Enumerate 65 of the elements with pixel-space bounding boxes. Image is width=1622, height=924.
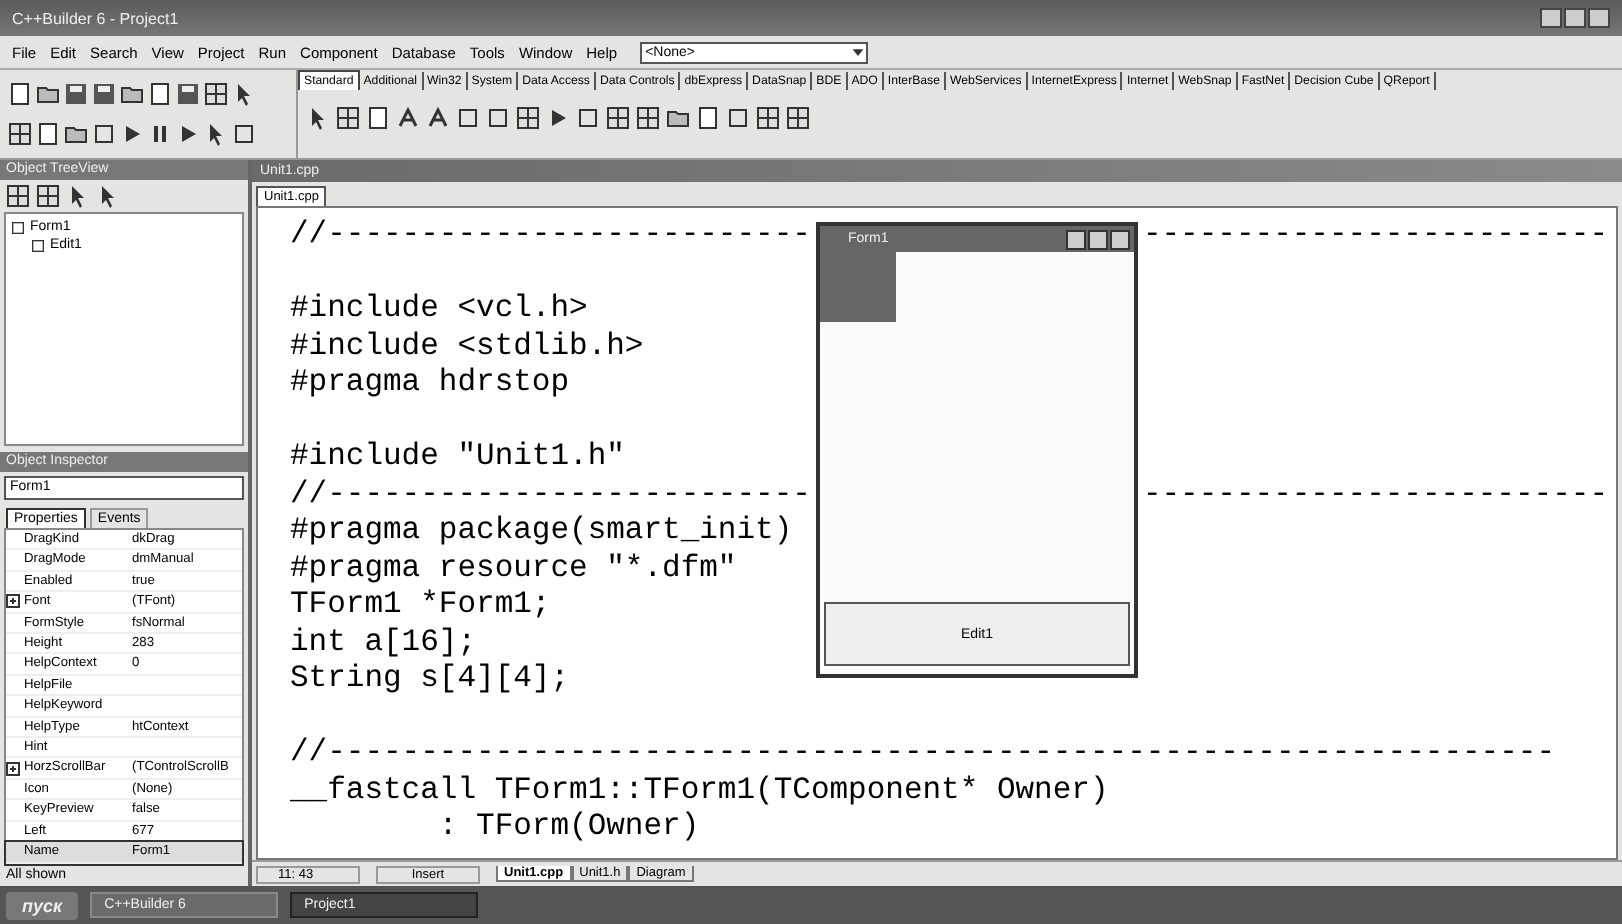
dropdown-arrow-icon[interactable] (849, 44, 866, 60)
code-line: ------------------------- (1142, 475, 1608, 512)
play-icon[interactable] (120, 122, 144, 146)
code-line: int a[16]; (290, 623, 477, 660)
square-icon[interactable] (456, 106, 480, 130)
folder-icon[interactable] (120, 82, 144, 106)
letter-icon[interactable] (396, 106, 420, 130)
letter-icon[interactable] (426, 106, 450, 130)
square-icon[interactable] (232, 122, 256, 146)
square-icon[interactable] (486, 106, 510, 130)
pointer-icon[interactable] (232, 82, 256, 106)
square-icon[interactable] (726, 106, 750, 130)
minimize-button[interactable] (1066, 229, 1086, 249)
play-icon[interactable] (176, 122, 200, 146)
code-line: //-------------------------- (290, 216, 811, 253)
close-button[interactable] (1110, 229, 1130, 249)
code-line: #pragma hdrstop (290, 364, 570, 401)
pointer-icon[interactable] (66, 184, 90, 208)
grid-icon[interactable] (6, 184, 30, 208)
folder-icon[interactable] (666, 106, 690, 130)
folder-icon[interactable] (36, 82, 60, 106)
maximize-button[interactable] (1088, 229, 1108, 249)
minimize-button[interactable] (1540, 8, 1562, 28)
grid-icon[interactable] (516, 106, 540, 130)
code-line: TForm1 *Form1; (290, 586, 551, 623)
code-line: #pragma resource "*.dfm" (290, 549, 737, 586)
code-line: #pragma package(smart_init) (290, 512, 793, 549)
folder-icon[interactable] (64, 122, 88, 146)
expand-icon[interactable] (6, 594, 20, 609)
document-icon[interactable] (366, 106, 390, 130)
code-line: #include "Unit1.h" (290, 438, 625, 475)
close-button[interactable] (1588, 8, 1610, 28)
grid-icon[interactable] (636, 106, 660, 130)
code-line: //-------------------------- (290, 475, 811, 512)
code-line: String s[4][4]; (290, 660, 570, 697)
grid-icon[interactable] (756, 106, 780, 130)
square-icon (10, 219, 26, 235)
expand-icon[interactable] (6, 761, 20, 776)
code-line: //------------------------------------------------------------------ (290, 734, 1556, 771)
pointer-icon[interactable] (306, 106, 330, 130)
document-icon[interactable] (36, 122, 60, 146)
code-line: : TForm(Owner) (436, 808, 700, 845)
grid-icon[interactable] (606, 106, 630, 130)
square-icon (30, 237, 46, 253)
document-icon[interactable] (148, 82, 172, 106)
grid-icon[interactable] (786, 106, 810, 130)
grid-icon[interactable] (36, 184, 60, 208)
document-icon[interactable] (8, 82, 32, 106)
pointer-icon[interactable] (96, 184, 120, 208)
pause-icon[interactable] (148, 122, 172, 146)
grid-icon[interactable] (336, 106, 360, 130)
pointer-icon[interactable] (204, 122, 228, 146)
code-line: ------------------------- (1142, 216, 1608, 253)
document-icon[interactable] (696, 106, 720, 130)
code-line: #include <vcl.h> (290, 290, 588, 327)
maximize-button[interactable] (1564, 8, 1586, 28)
square-icon[interactable] (576, 106, 600, 130)
start-button[interactable]: пуск (6, 891, 79, 919)
play-icon[interactable] (546, 106, 570, 130)
code-line: #include <stdlib.h> (290, 327, 644, 364)
window-title: C++Builder 6 - Project1 (12, 9, 179, 27)
grid-icon[interactable] (204, 82, 228, 106)
code-line: __fastcall TForm1::TForm1(TComponent* Owner) (290, 771, 1109, 808)
square-icon[interactable] (92, 122, 116, 146)
grid-icon[interactable] (8, 122, 32, 146)
